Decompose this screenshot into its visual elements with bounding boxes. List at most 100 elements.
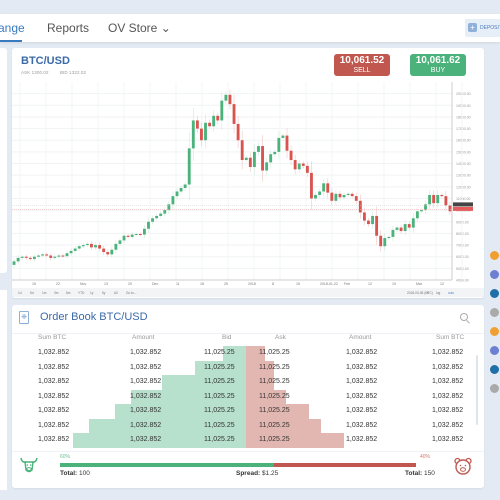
range-button[interactable]: 1d: [18, 291, 22, 295]
bull-percent: 60%: [60, 454, 71, 460]
range-button[interactable]: 5d: [30, 291, 34, 295]
candle: [179, 187, 183, 192]
cell-amount-ask: 1,032.852: [346, 363, 378, 371]
candle: [338, 193, 342, 198]
y-tick-label: 17000.00: [456, 127, 471, 131]
cell-sum-ask: 1,032.852: [432, 363, 464, 371]
ripple-icon[interactable]: [490, 289, 499, 298]
bear-icon: [454, 457, 472, 475]
y-tick-label: 20000.00: [456, 92, 471, 96]
active-tab-indicator: [0, 40, 22, 42]
cell-bid: 11,025.25: [204, 349, 235, 356]
buy-button[interactable]: 10,061.62 BUY: [410, 54, 466, 76]
order-row[interactable]: 1,032.852 1,032.852 11,025.25 11,025.25 1,03…: [12, 375, 484, 390]
range-button[interactable]: 5y: [102, 291, 106, 295]
order-row[interactable]: 1,032.852 1,032.852 11,025.25 11,025.25 1,03…: [12, 389, 484, 404]
candle: [208, 122, 212, 127]
range-button[interactable]: Go to...: [126, 291, 137, 295]
order-row[interactable]: 1,032.852 1,032.852 11,025.25 11,025.25 1,03…: [12, 404, 484, 419]
candle: [269, 154, 273, 163]
top-strip: [0, 0, 500, 14]
order-row[interactable]: 1,032.852 1,032.852 11,025.25 11,025.25 1,03…: [12, 360, 484, 375]
tab-reports[interactable]: Reports: [47, 21, 89, 35]
ethereum-icon[interactable]: [490, 270, 499, 279]
order-row[interactable]: 1,032.852 1,032.852 11,025.25 11,025.25 1,03…: [12, 433, 484, 448]
cell-sum-ask: 1,032.852: [432, 392, 464, 400]
deposit-button[interactable]: + DEPOSIT: [465, 19, 500, 37]
order-book-icon: ❈: [19, 311, 29, 324]
candle: [28, 257, 32, 260]
tab-exchange[interactable]: ange: [0, 21, 25, 35]
bitcoin-icon[interactable]: [490, 327, 499, 336]
candle: [289, 150, 293, 161]
litecoin-icon[interactable]: [490, 384, 499, 393]
current-price-label: [453, 206, 473, 211]
cell-ask: 11,025.25: [259, 407, 290, 414]
candle: [411, 218, 415, 228]
candle: [32, 256, 36, 260]
order-row[interactable]: 1,032.852 1,032.852 11,025.25 11,025.25 1,03…: [12, 418, 484, 433]
range-button[interactable]: YTD: [78, 291, 85, 295]
cell-amount-ask: 1,032.852: [346, 378, 378, 385]
toolbar-option[interactable]: %: [426, 291, 429, 295]
litecoin-icon[interactable]: [490, 308, 499, 317]
cell-bid: 11,025.25: [204, 421, 235, 429]
cell-amount-ask: 1,032.852: [346, 349, 378, 356]
cell-sum-bid: 1,032.852: [38, 421, 70, 429]
candle: [305, 165, 309, 173]
range-button[interactable]: 1y: [90, 291, 94, 295]
cell-sum-bid: 1,032.852: [38, 436, 70, 443]
bitcoin-icon[interactable]: [490, 251, 499, 260]
x-tick-label: 13: [104, 282, 108, 286]
candle: [367, 220, 370, 225]
range-button[interactable]: All: [114, 291, 118, 295]
candle: [391, 229, 395, 237]
range-button[interactable]: 6m: [66, 291, 71, 295]
x-tick-label: Mar: [416, 282, 423, 286]
candle: [37, 255, 40, 257]
ethereum-icon[interactable]: [490, 346, 499, 355]
toolbar-option[interactable]: log: [436, 291, 440, 295]
range-button[interactable]: 1m: [42, 291, 47, 295]
bear-percent: 40%: [420, 454, 431, 460]
ripple-icon[interactable]: [490, 365, 499, 374]
candle: [444, 196, 448, 206]
scrollbar[interactable]: [476, 355, 478, 425]
cell-amount-bid: 1,032.852: [130, 349, 162, 356]
x-tick-label: 15: [32, 282, 36, 286]
search-icon[interactable]: [460, 313, 468, 321]
candle: [134, 233, 138, 235]
order-row[interactable]: 1,032.852 1,032.852 11,025.25 11,025.25 1,03…: [12, 346, 484, 361]
toolbar-option[interactable]: 2018-03-08 (UTC): [407, 291, 433, 295]
candle: [130, 234, 134, 237]
x-tick-label: Nov: [80, 282, 86, 286]
buy-label: BUY: [430, 67, 446, 74]
candle: [12, 261, 16, 265]
tab-ov-store[interactable]: OV Store ⌄: [108, 21, 171, 35]
cell-sum-ask: 1,032.852: [432, 407, 464, 414]
x-tick-label: 19: [392, 282, 396, 286]
x-tick-label: 15: [296, 282, 300, 286]
candle: [350, 193, 354, 197]
candle: [16, 257, 20, 262]
order-rows: 1,032.852 1,032.852 11,025.25 11,025.25 1,03…: [12, 346, 484, 448]
range-button[interactable]: 3m: [54, 291, 59, 295]
candle: [403, 224, 407, 232]
candle: [236, 123, 240, 141]
candle: [61, 255, 65, 257]
divider: [12, 333, 484, 334]
candlestick-chart[interactable]: 20000.00 19000.00 18000.00 17000.00 16000.00…: [12, 80, 484, 298]
cell-amount-bid: 1,032.852: [130, 363, 162, 371]
toolbar-option[interactable]: auto: [448, 291, 454, 295]
candle: [293, 160, 297, 170]
candle: [420, 210, 423, 212]
cell-ask: 11,025.25: [259, 421, 290, 429]
candle: [314, 194, 317, 199]
candle: [138, 233, 142, 235]
candle: [159, 213, 163, 216]
candle: [399, 227, 403, 232]
candle: [155, 215, 159, 219]
candle: [326, 183, 330, 193]
sell-price: 10,061.52: [339, 55, 385, 66]
sell-button[interactable]: 10,061.52 SELL: [334, 54, 390, 76]
